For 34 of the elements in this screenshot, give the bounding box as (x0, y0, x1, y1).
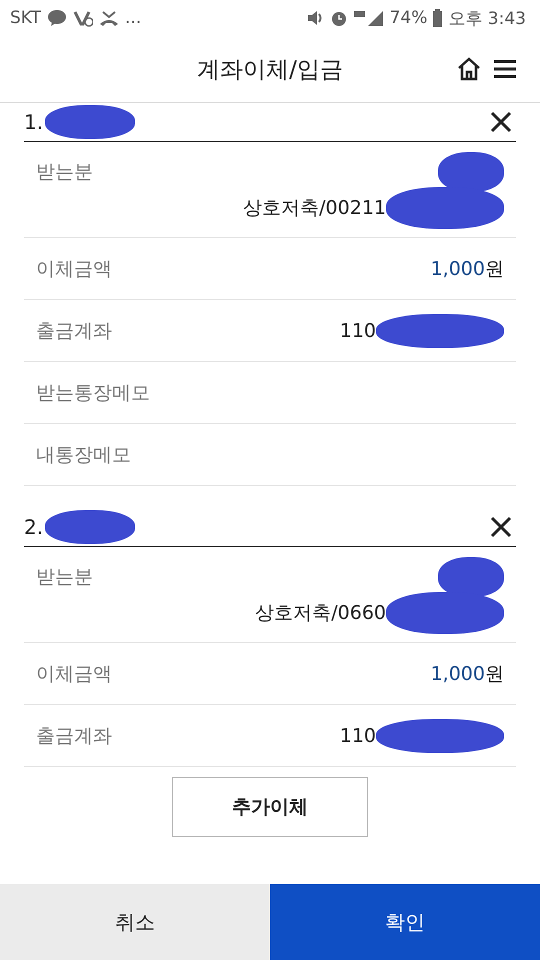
account-number-text: 110 (340, 724, 376, 746)
field-label: 이체금액 (36, 256, 112, 282)
account-number-text: 110 (340, 320, 376, 342)
transfer-number: 2. (24, 515, 44, 539)
amount-text: 1,000원 (430, 662, 504, 686)
close-icon[interactable] (490, 516, 512, 538)
carrier-text: SKT (10, 8, 42, 28)
memo-label[interactable]: 받는통장메모 (36, 380, 150, 406)
transfer-number: 1. (24, 110, 44, 134)
alarm-icon (330, 9, 348, 27)
field-label: 이체금액 (36, 662, 112, 686)
missed-call-icon (99, 9, 120, 27)
memo-label[interactable]: 내통장메모 (36, 442, 131, 468)
amount-text: 1,000원 (430, 256, 504, 282)
close-icon[interactable] (490, 111, 512, 133)
cancel-button[interactable]: 취소 (0, 884, 270, 960)
confirm-button[interactable]: 확인 (270, 884, 540, 960)
battery-text: 74% (390, 8, 428, 28)
home-icon[interactable] (456, 56, 482, 82)
field-label: 출금계좌 (36, 724, 112, 748)
mute-icon (306, 9, 324, 27)
clock-text: 오후 3:43 (448, 8, 526, 30)
chat-icon (47, 9, 68, 27)
bank-account-text: 상호저축/00211 (243, 196, 386, 220)
battery-icon (433, 9, 442, 27)
field-label: 받는분 (36, 160, 93, 184)
field-label: 받는분 (36, 564, 93, 590)
add-transfer-button[interactable]: 추가이체 (172, 777, 368, 837)
bank-account-text: 상호저축/0660 (255, 600, 386, 626)
menu-icon[interactable] (494, 59, 516, 79)
field-label: 출금계좌 (36, 318, 112, 344)
signal-icon (354, 9, 384, 27)
page-title: 계좌이체/입금 (197, 56, 343, 84)
more-notifications-text: ... (125, 8, 142, 28)
